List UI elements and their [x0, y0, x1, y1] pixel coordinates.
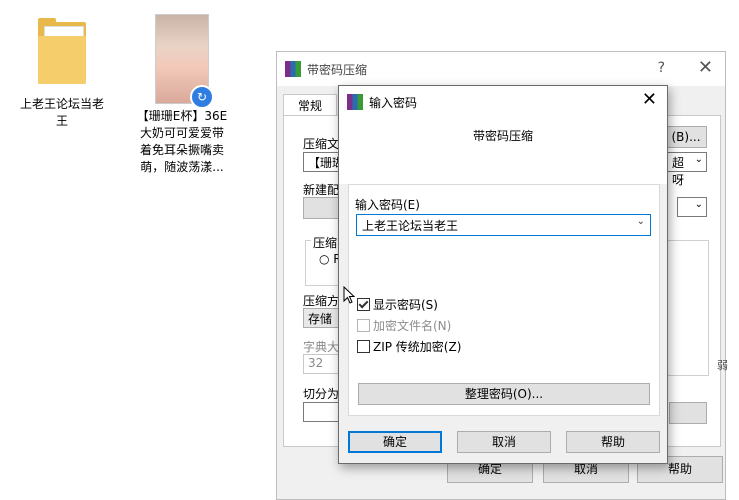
winrar-icon	[285, 61, 301, 77]
update-mode-select[interactable]: 超呀 ⌄	[667, 152, 707, 187]
cancel-button[interactable]: 取消	[457, 431, 551, 453]
organize-passwords-button[interactable]: 整理密码(O)...	[358, 383, 650, 405]
image-thumbnail: ↻	[155, 14, 214, 109]
set-password-button[interactable]	[669, 402, 707, 424]
checkbox-unchecked-icon	[357, 319, 370, 332]
window-titlebar: 带密码压缩 ? ✕	[277, 52, 725, 86]
zip-legacy-label: ZIP 传统加密(Z)	[373, 340, 462, 354]
format-label: 压缩	[311, 234, 340, 251]
archive-name-label: 压缩文	[303, 137, 340, 151]
method-select[interactable]: 存储	[303, 308, 343, 328]
checkbox-unchecked-icon	[357, 340, 370, 353]
encrypt-filenames-label: 加密文件名(N)	[373, 319, 452, 333]
dictionary-select[interactable]: 32	[303, 354, 343, 374]
profile-label: 新建配	[303, 183, 340, 197]
ok-button[interactable]: 确定	[348, 431, 442, 453]
show-password-checkbox[interactable]: 显示密码(S)	[357, 297, 438, 313]
checkbox-checked-icon	[357, 298, 370, 311]
split-label: 切分为	[303, 387, 340, 401]
folder-label: 上老王论坛当老 王	[20, 97, 105, 128]
help-button[interactable]: 帮助	[566, 431, 660, 453]
update-mode-value: 超呀	[672, 156, 685, 187]
dictionary-label: 字典大	[303, 340, 340, 354]
side-glyph: 弱	[717, 359, 728, 372]
desktop-image-file[interactable]: ↻ 【珊珊E杯】36E 大奶可可爱爱带 着免耳朵撅嘴卖 萌，随波荡漾...	[132, 14, 232, 176]
image-file-label: 【珊珊E杯】36E 大奶可可爱爱带 着免耳朵撅嘴卖 萌，随波荡漾...	[136, 109, 228, 174]
winrar-icon	[347, 94, 363, 110]
chevron-down-icon[interactable]: ⌄	[637, 216, 645, 227]
password-label: 输入密码(E)	[355, 198, 420, 212]
password-value: 上老王论坛当老王	[362, 219, 459, 233]
profile-select[interactable]: ⌄	[677, 197, 707, 217]
dialog-title: 输入密码	[369, 96, 418, 110]
browse-button[interactable]: (B)...	[665, 126, 707, 148]
password-combobox[interactable]: 上老王论坛当老王 ⌄	[356, 214, 651, 236]
chevron-down-icon: ⌄	[694, 154, 703, 165]
dialog-heading: 带密码压缩	[339, 116, 667, 184]
desktop-folder-icon[interactable]: 上老王论坛当老 王	[20, 14, 104, 130]
method-label: 压缩方	[303, 294, 340, 308]
close-icon[interactable]: ✕	[642, 89, 657, 110]
app-badge-icon: ↻	[190, 85, 214, 109]
profile-button[interactable]	[303, 197, 343, 219]
help-icon[interactable]: ?	[658, 60, 665, 76]
chevron-down-icon: ⌄	[694, 199, 703, 210]
tab-general[interactable]: 常规	[283, 94, 337, 117]
split-input[interactable]	[303, 402, 343, 422]
dialog-titlebar: 输入密码 ✕	[339, 86, 667, 116]
zip-legacy-checkbox[interactable]: ZIP 传统加密(Z)	[357, 339, 461, 355]
close-icon[interactable]: ✕	[698, 57, 713, 78]
show-password-label: 显示密码(S)	[373, 298, 438, 312]
window-title: 带密码压缩	[307, 63, 368, 77]
encrypt-filenames-checkbox[interactable]: 加密文件名(N)	[357, 318, 451, 334]
enter-password-dialog: 输入密码 ✕ 带密码压缩 输入密码(E) 上老王论坛当老王 ⌄ 显示密码(S) …	[338, 85, 668, 464]
folder-icon	[34, 14, 90, 86]
